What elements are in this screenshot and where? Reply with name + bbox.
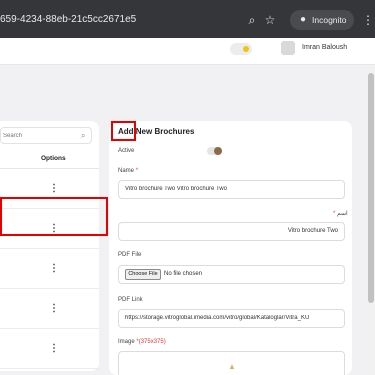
active-toggle[interactable] xyxy=(207,147,222,155)
theme-toggle[interactable] xyxy=(230,43,252,55)
pdf-file-label: PDF File xyxy=(118,252,142,258)
name-ar-label: * اسم xyxy=(333,211,348,217)
incognito-icon: ● xyxy=(299,14,307,25)
name-value: Vitro brochure Two Vitro brochure Two xyxy=(125,186,227,192)
image-placeholder-icon: ▲ xyxy=(228,362,236,371)
active-label: Active xyxy=(118,148,135,154)
choose-file-button[interactable]: Choose File xyxy=(125,269,161,280)
address-bar[interactable]: 659-4234-88eb-21c5cc2671e5 xyxy=(0,10,136,30)
brochure-list-panel: ⌕ Options ⋮ ⋮ ⋮ ⋮ ⋮ xyxy=(0,121,99,371)
row-options-icon[interactable]: ⋮ xyxy=(49,343,59,355)
search-icon[interactable]: ⌕ xyxy=(81,130,91,141)
name-ar-field[interactable]: Vitro brochure Two xyxy=(118,222,345,241)
table-row: ⋮ xyxy=(0,249,99,289)
pdf-link-label: PDF Link xyxy=(118,297,143,303)
table-header: Options xyxy=(0,147,99,169)
row-options-icon[interactable]: ⋮ xyxy=(49,303,59,315)
incognito-label: Incognito xyxy=(312,15,347,25)
table-row: ⋮ xyxy=(0,289,99,329)
incognito-badge[interactable]: ● Incognito xyxy=(290,10,354,30)
highlight-box-row xyxy=(0,197,108,236)
avatar[interactable] xyxy=(281,41,295,55)
browser-toolbar: 659-4234-88eb-21c5cc2671e5 ⌕ ☆ ● Incogni… xyxy=(0,0,375,38)
user-name[interactable]: Imran Baloush xyxy=(302,44,347,51)
toggle-knob xyxy=(214,147,222,155)
star-icon[interactable]: ☆ xyxy=(262,12,278,28)
options-column-header: Options xyxy=(41,155,66,162)
pdf-link-value: https://storage.vitroglobal.imedia.com/v… xyxy=(125,315,310,321)
app-header: Imran Baloush xyxy=(0,38,375,65)
search-input[interactable] xyxy=(3,130,73,141)
name-label: Name * xyxy=(118,168,139,174)
search-field[interactable]: ⌕ xyxy=(0,127,92,144)
scrollbar-thumb[interactable] xyxy=(368,73,374,303)
add-brochure-form: Add New Brochures Active Name * Vitro br… xyxy=(109,121,352,375)
row-options-icon[interactable]: ⋮ xyxy=(49,263,59,275)
sun-icon xyxy=(243,46,249,52)
search-icon[interactable]: ⌕ xyxy=(244,12,260,28)
image-label: Image *(375x375) xyxy=(118,339,166,345)
page-scrollbar[interactable] xyxy=(367,65,375,375)
name-ar-value: Vitro brochure Two xyxy=(287,228,338,234)
image-upload-box[interactable]: ▲ xyxy=(118,351,345,375)
highlight-box-title xyxy=(111,121,136,141)
no-file-text: No file chosen xyxy=(164,271,203,277)
name-field[interactable]: Vitro brochure Two Vitro brochure Two xyxy=(118,180,345,199)
pdf-link-field[interactable]: https://storage.vitroglobal.imedia.com/v… xyxy=(118,309,345,328)
more-vert-icon[interactable]: ⋮ xyxy=(362,12,374,28)
table-row: ⋮ xyxy=(0,329,99,369)
pdf-file-field[interactable]: Choose File No file chosen xyxy=(118,265,345,284)
row-options-icon[interactable]: ⋮ xyxy=(49,183,59,195)
